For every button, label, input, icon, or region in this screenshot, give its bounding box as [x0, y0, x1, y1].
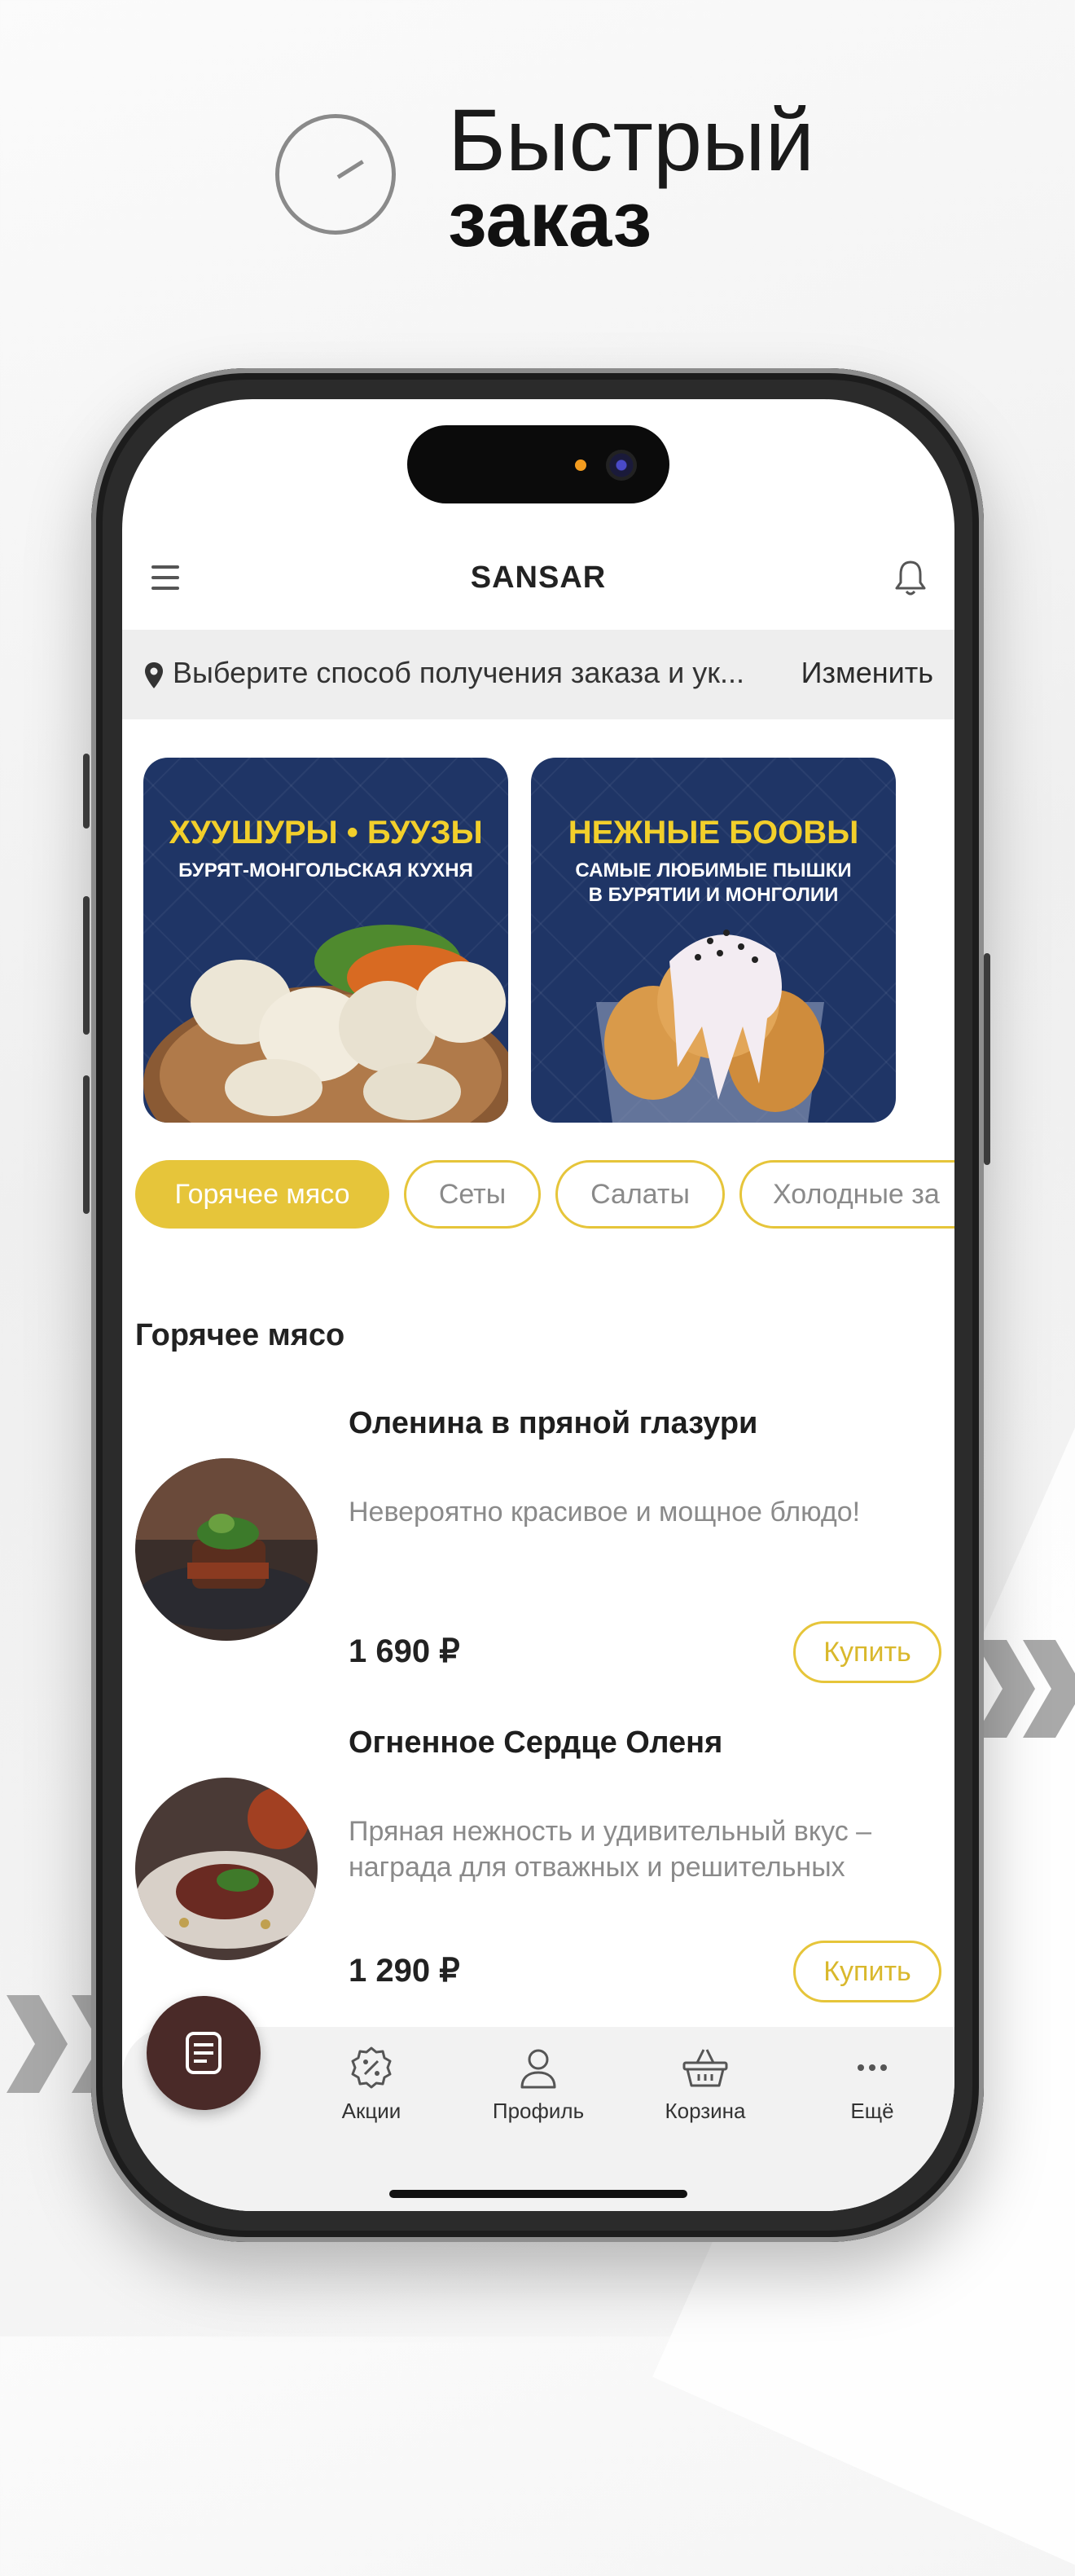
nav-item-more[interactable]: Ещё [811, 2045, 933, 2124]
item-name: Огненное Сердце Оленя [349, 1725, 723, 1760]
promo-banner-boovy[interactable]: НЕЖНЫЕ БООВЫ САМЫЕ ЛЮБИМЫЕ ПЫШКИ В БУРЯТ… [531, 758, 896, 1123]
nav-item-cart[interactable]: Корзина [644, 2045, 766, 2124]
home-indicator [389, 2190, 687, 2198]
item-name: Оленина в пряной глазури [349, 1406, 758, 1440]
app-title: SANSAR [470, 560, 607, 595]
category-chip-cold[interactable]: Холодные за [739, 1160, 954, 1229]
phone-volume-up-button [83, 896, 90, 1035]
category-chip-hot-meat[interactable]: Горячее мясо [135, 1160, 389, 1229]
section-title: Горячее мясо [135, 1318, 345, 1352]
dish-photo [135, 1458, 318, 1641]
floating-menu-button[interactable] [147, 1996, 261, 2110]
category-chips: Горячее мясо Сеты Салаты Холодные за [135, 1160, 954, 1230]
promo-banner-khuushur[interactable]: ХУУШУРЫ • БУУЗЫ БУРЯТ-МОНГОЛЬСКАЯ КУХНЯ [143, 758, 508, 1123]
dynamic-island [407, 425, 669, 503]
discount-badge-icon [351, 2046, 392, 2089]
pastries-image [596, 930, 824, 1123]
nav-item-profile[interactable]: Профиль [477, 2045, 599, 2124]
headline-line2: заказ [448, 176, 652, 263]
item-price: 1 290 ₽ [349, 1953, 460, 1989]
delivery-address-bar[interactable]: Выберите способ получения заказа и ук...… [122, 630, 954, 719]
app-screen: SANSAR Выберите способ получения заказа … [122, 399, 954, 2211]
bell-icon[interactable] [893, 559, 928, 598]
headline-line1: Быстрый [448, 90, 814, 189]
menu-document-icon [186, 2032, 222, 2074]
more-dots-icon [858, 2064, 887, 2071]
camera-icon [606, 450, 637, 481]
location-pin-icon [143, 661, 165, 690]
clock-icon [275, 114, 396, 235]
category-chip-salads[interactable]: Салаты [555, 1160, 725, 1229]
nav-label: Ещё [850, 2099, 894, 2123]
app-header: SANSAR [122, 538, 954, 619]
item-description: Пряная нежность и удивительный вкус – на… [349, 1816, 872, 1883]
phone-action-button [83, 754, 90, 829]
user-icon [520, 2049, 556, 2089]
dish-photo [135, 1778, 318, 1960]
nav-item-promotions[interactable]: Акции [310, 2045, 432, 2124]
nav-label: Профиль [492, 2099, 585, 2123]
item-price: 1 690 ₽ [349, 1633, 460, 1669]
buy-button[interactable]: Купить [793, 1941, 941, 2002]
nav-label: Корзина [665, 2099, 746, 2123]
dumplings-image [143, 925, 508, 1123]
address-text: Выберите способ получения заказа и ук... [173, 656, 744, 689]
nav-label: Акции [341, 2099, 401, 2123]
promo-headline: Быстрый заказ [0, 0, 1075, 269]
phone-volume-down-button [83, 1075, 90, 1214]
buy-button[interactable]: Купить [793, 1621, 941, 1683]
change-address-button[interactable]: Изменить [801, 656, 933, 690]
item-description: Невероятно красивое и мощное блюдо! [349, 1497, 861, 1528]
chevron-right-decoration [974, 1621, 1075, 1760]
basket-icon [682, 2049, 728, 2087]
category-chip-sets[interactable]: Сеты [404, 1160, 541, 1229]
phone-power-button [984, 953, 990, 1165]
